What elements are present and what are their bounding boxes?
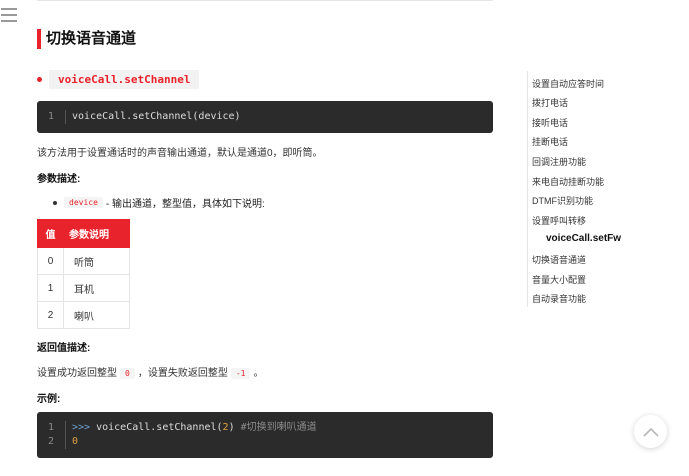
return-text-3: 。 [253, 368, 264, 379]
code-line: 2 0 [37, 435, 493, 449]
table-header-row: 值 参数说明 [37, 219, 130, 248]
toc-item-dial[interactable]: 拨打电话 [532, 96, 568, 109]
table-cell-value: 0 [37, 247, 64, 275]
table-cell-desc: 耳机 [63, 274, 130, 302]
table-row: 1 耳机 [37, 274, 130, 302]
return-text-1: 设置成功返回整型 [37, 368, 117, 379]
table-cell-desc: 喇叭 [63, 301, 130, 329]
return-fail-code: -1 [230, 368, 251, 379]
back-to-top-button[interactable] [634, 415, 667, 448]
code-line: 1 voiceCall.setChannel(device) [37, 110, 493, 124]
table-row: 2 喇叭 [37, 301, 130, 329]
channel-table: 值 参数说明 0 听筒 1 耳机 2 喇叭 [37, 219, 130, 329]
section-heading: 切换语音通道 [37, 29, 136, 49]
top-divider [37, 0, 493, 1]
line-number: 1 [37, 421, 66, 435]
code-text: voiceCall.setChannel(device) [72, 111, 241, 122]
param-name: device [64, 197, 103, 208]
toc-item-volume[interactable]: 音量大小配置 [532, 273, 586, 286]
return-ok-code: 0 [120, 368, 135, 379]
table-header-value: 值 [37, 219, 64, 248]
example-heading: 示例: [37, 394, 61, 405]
bullet-dot [37, 77, 42, 82]
toc-item-auto-hangup[interactable]: 来电自动挂断功能 [532, 175, 604, 188]
function-bullet: voiceCall.setChannel [37, 70, 200, 89]
toc-item-answer[interactable]: 接听电话 [532, 116, 568, 129]
function-name: voiceCall.setChannel [49, 70, 200, 89]
table-row: 0 听筒 [37, 247, 130, 275]
toc-item-forward[interactable]: 设置呼叫转移 [532, 214, 586, 227]
table-cell-value: 2 [37, 301, 64, 329]
table-header-desc: 参数说明 [63, 219, 130, 248]
table-of-contents: 设置自动应答时间 拨打电话 接听电话 挂断电话 回调注册功能 来电自动挂断功能 … [527, 71, 678, 307]
chevron-up-icon [642, 427, 659, 437]
code-call: voiceCall.setChannel( [96, 422, 223, 433]
param-list-item: device - 输出通道，整型值，具体如下说明: [53, 195, 265, 210]
return-text-2: ，设置失败返回整型 [137, 368, 228, 379]
return-heading: 返回值描述: [37, 343, 91, 354]
param-desc: - 输出通道，整型值，具体如下说明: [105, 199, 265, 210]
toc-item-dtmf[interactable]: DTMF识别功能 [532, 194, 593, 207]
table-cell-desc: 听筒 [63, 247, 130, 275]
return-description: 设置成功返回整型 0 ，设置失败返回整型 -1。 [37, 364, 263, 379]
code-prompt: >>> [72, 422, 91, 433]
code-close: ) [228, 422, 235, 433]
code-text: >>> voiceCall.setChannel(2) #切换到喇叭通道 [66, 421, 317, 435]
toc-item-auto-answer[interactable]: 设置自动应答时间 [532, 77, 604, 90]
bullet-dot [53, 200, 57, 205]
code-block-example: 1 >>> voiceCall.setChannel(2) #切换到喇叭通道 2… [37, 412, 493, 458]
code-block-signature: 1 voiceCall.setChannel(device) [37, 101, 493, 133]
line-number: 2 [37, 435, 66, 449]
toc-item-setfw[interactable]: voiceCall.setFw [546, 233, 621, 244]
table-cell-value: 1 [37, 274, 64, 302]
toc-item-hangup[interactable]: 挂断电话 [532, 135, 568, 148]
line-number: 1 [37, 110, 66, 124]
toc-item-channel[interactable]: 切换语音通道 [532, 253, 586, 266]
code-output: 0 [72, 436, 79, 447]
toc-item-record[interactable]: 自动录音功能 [532, 292, 586, 305]
toc-item-callback[interactable]: 回调注册功能 [532, 155, 586, 168]
method-description: 该方法用于设置通话时的声音输出通道，默认是通道0，即听筒。 [37, 148, 323, 159]
hamburger-menu-icon[interactable] [1, 8, 17, 24]
code-comment: #切换到喇叭通道 [240, 422, 317, 433]
params-heading: 参数描述: [37, 174, 81, 185]
code-line: 1 >>> voiceCall.setChannel(2) #切换到喇叭通道 [37, 421, 493, 435]
